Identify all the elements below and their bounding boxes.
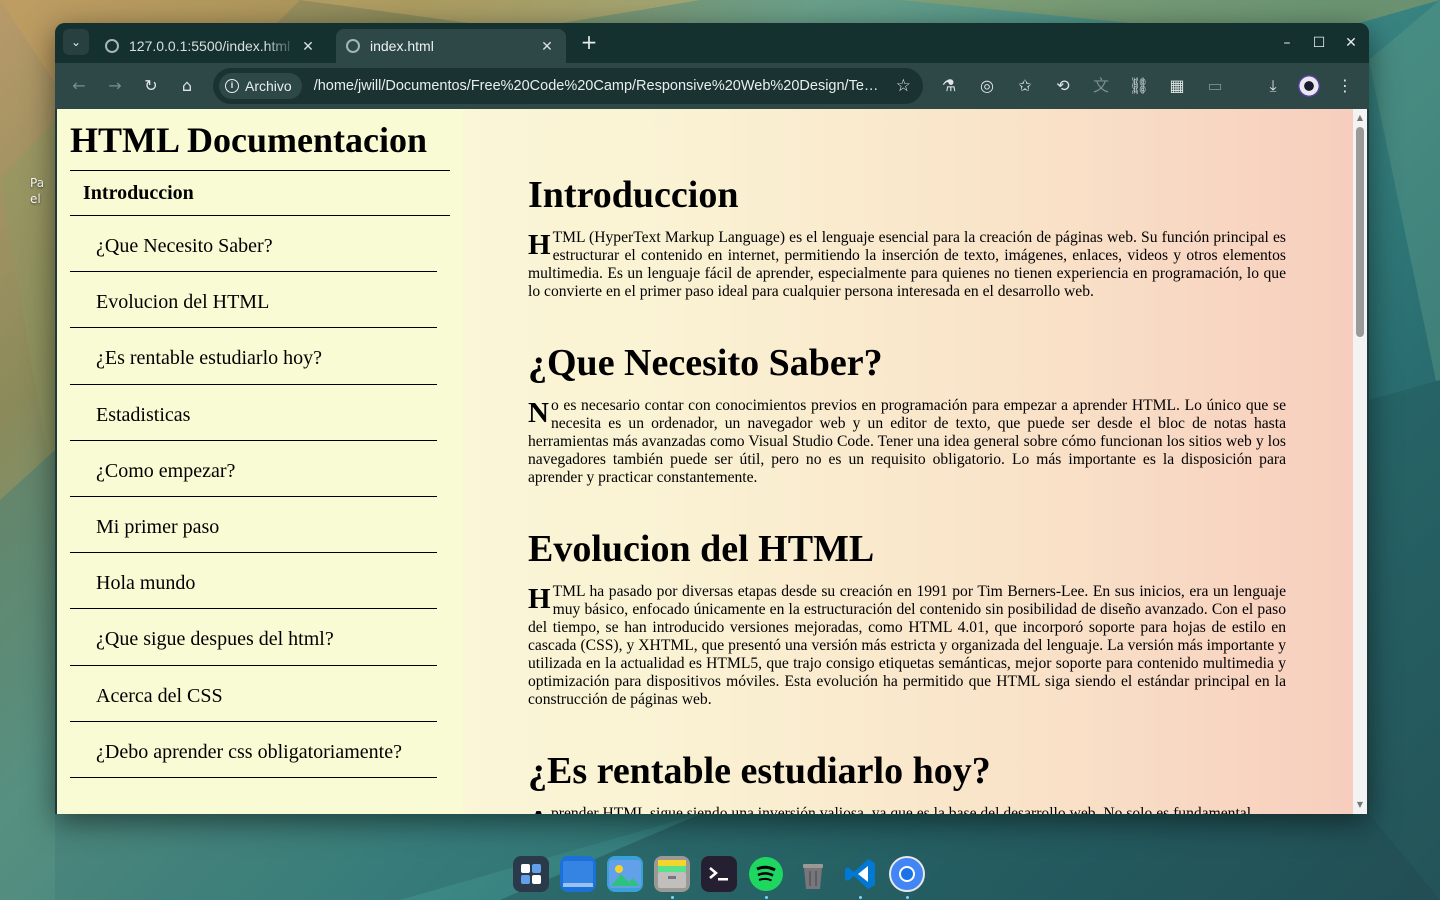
devices-icon[interactable]: ▭: [1203, 74, 1227, 98]
running-indicator: [671, 896, 674, 899]
page-viewport: HTML Documentacion Introduccion ¿Que Nec…: [57, 109, 1367, 814]
nav-link[interactable]: ¿Como empezar?: [70, 441, 437, 497]
app-grid-icon[interactable]: [513, 856, 549, 892]
tab-layout-icon[interactable]: ▦: [1165, 74, 1189, 98]
drop-cap: H: [528, 229, 551, 261]
drop-cap: N: [528, 397, 549, 429]
forward-icon[interactable]: →: [103, 74, 127, 98]
nav-link[interactable]: ¿Debo aprender css obligatoriamente?: [70, 722, 437, 778]
paragraph-text: prender HTML sigue siendo una inversión …: [550, 805, 1252, 814]
menu-kebab-icon[interactable]: ⋮: [1333, 74, 1357, 98]
section-heading: Evolucion del HTML: [528, 528, 875, 570]
close-window-button[interactable]: ✕: [1339, 31, 1363, 55]
page-scrollbar[interactable]: ▲ ▼: [1353, 109, 1367, 814]
section-introduccion: Introduccion H TML (HyperText Markup Lang…: [528, 171, 1286, 301]
nav-link[interactable]: Evolucion del HTML: [70, 272, 437, 329]
section-heading: ¿Que Necesito Saber?: [528, 342, 883, 384]
incognito-icon[interactable]: ◎: [975, 74, 999, 98]
nav-list: Introduccion ¿Que Necesito Saber? Evoluc…: [70, 170, 450, 778]
section-paragraph: H TML ha pasado por diversas etapas desde…: [528, 583, 1286, 709]
scroll-up-arrow-icon[interactable]: ▲: [1355, 113, 1365, 123]
site-info-label: Archivo: [245, 78, 292, 94]
globe-icon: [346, 39, 360, 53]
chevron-down-icon: ⌄: [70, 35, 82, 49]
scroll-thumb[interactable]: [1356, 127, 1364, 337]
tab-index[interactable]: index.html ✕: [336, 29, 566, 63]
archive-manager-icon[interactable]: [654, 856, 690, 892]
main-doc: Introduccion H TML (HyperText Markup Lang…: [528, 171, 1286, 814]
close-tab-icon[interactable]: ✕: [538, 38, 556, 55]
nav-link[interactable]: ¿Es rentable estudiarlo hoy?: [70, 328, 437, 385]
tab-title: index.html: [370, 38, 434, 54]
section-rentable: ¿Es rentable estudiarlo hoy? Aprender HT…: [528, 747, 1286, 814]
profile-avatar[interactable]: [1298, 75, 1320, 97]
close-tab-icon[interactable]: ✕: [299, 38, 317, 55]
download-icon[interactable]: ⤓: [1261, 74, 1285, 98]
tab-strip: ⌄ 127.0.0.1:5500/index.html ✕ index.html…: [55, 23, 1369, 63]
dock: [508, 850, 932, 899]
running-indicator: [765, 896, 768, 899]
info-icon: i: [225, 79, 239, 93]
nav-link[interactable]: Estadisticas: [70, 385, 437, 441]
paragraph-text: o es necesario contar con conocimientos …: [528, 397, 1286, 486]
terminal-icon[interactable]: [701, 856, 737, 892]
nav-title: HTML Documentacion: [70, 120, 427, 160]
section-evolucion: Evolucion del HTML H TML ha pasado por di…: [528, 525, 1286, 709]
tab-search-button[interactable]: ⌄: [63, 29, 89, 55]
section-paragraph: Aprender HTML sigue siendo una inversión…: [528, 805, 1286, 814]
nav-bar: HTML Documentacion Introduccion ¿Que Nec…: [57, 109, 463, 814]
section-heading: ¿Es rentable estudiarlo hoy?: [528, 750, 991, 792]
nav-link[interactable]: Mi primer paso: [70, 497, 437, 554]
image-viewer-icon[interactable]: [607, 856, 643, 892]
address-bar[interactable]: i Archivo /home/jwill/Documentos/Free%20…: [213, 68, 923, 104]
maximize-button[interactable]: ☐: [1307, 31, 1331, 55]
tab-localhost[interactable]: 127.0.0.1:5500/index.html ✕: [95, 29, 327, 63]
back-icon[interactable]: ←: [67, 74, 91, 98]
toolbar: ← → ↻ ⌂ i Archivo /home/jwill/Documentos…: [55, 63, 1369, 109]
nav-link-introduccion[interactable]: Introduccion: [70, 170, 450, 216]
nav-link[interactable]: Acerca del CSS: [70, 666, 437, 722]
nav-link[interactable]: Hola mundo: [70, 553, 437, 610]
drop-cap: A: [528, 807, 549, 815]
desktop-shortcut-label[interactable]: Pa el: [30, 175, 58, 207]
history-icon[interactable]: ⟲: [1051, 74, 1075, 98]
scroll-down-arrow-icon[interactable]: ▼: [1355, 800, 1365, 810]
nav-link[interactable]: ¿Que sigue despues del html?: [70, 609, 437, 666]
home-icon[interactable]: ⌂: [175, 74, 199, 98]
desktop-window-icon[interactable]: [560, 856, 596, 892]
paragraph-text: TML (HyperText Markup Language) es el le…: [528, 229, 1286, 300]
chrome-icon[interactable]: [889, 856, 925, 892]
labs-flask-icon[interactable]: ⚗: [937, 74, 961, 98]
section-heading: Introduccion: [528, 174, 739, 216]
running-indicator: [906, 896, 909, 899]
favorites-icon[interactable]: ✩: [1013, 74, 1037, 98]
globe-icon: [105, 39, 119, 53]
tab-title: 127.0.0.1:5500/index.html: [129, 38, 291, 54]
new-tab-button[interactable]: +: [577, 31, 601, 55]
drop-cap: H: [528, 583, 551, 615]
trash-icon[interactable]: [795, 856, 831, 892]
nav-link[interactable]: ¿Que Necesito Saber?: [70, 216, 437, 273]
site-info-chip[interactable]: i Archivo: [219, 73, 302, 99]
bookmark-star-icon[interactable]: ☆: [896, 76, 911, 96]
paragraph-text: TML ha pasado por diversas etapas desde …: [528, 583, 1286, 708]
link-icon[interactable]: ⛓: [1127, 74, 1151, 98]
section-que-necesito-saber: ¿Que Necesito Saber? No es necesario con…: [528, 339, 1286, 487]
browser-window: ⌄ 127.0.0.1:5500/index.html ✕ index.html…: [55, 23, 1369, 814]
translate-icon[interactable]: 文: [1089, 74, 1113, 98]
minimize-button[interactable]: –: [1275, 31, 1299, 55]
reload-icon[interactable]: ↻: [139, 74, 163, 98]
running-indicator: [859, 896, 862, 899]
section-paragraph: No es necesario contar con conocimientos…: [528, 397, 1286, 487]
section-paragraph: H TML (HyperText Markup Language) es el l…: [528, 229, 1286, 301]
vscode-icon[interactable]: [842, 856, 878, 892]
url-text[interactable]: /home/jwill/Documentos/Free%20Code%20Cam…: [314, 78, 882, 94]
spotify-icon[interactable]: [748, 856, 784, 892]
